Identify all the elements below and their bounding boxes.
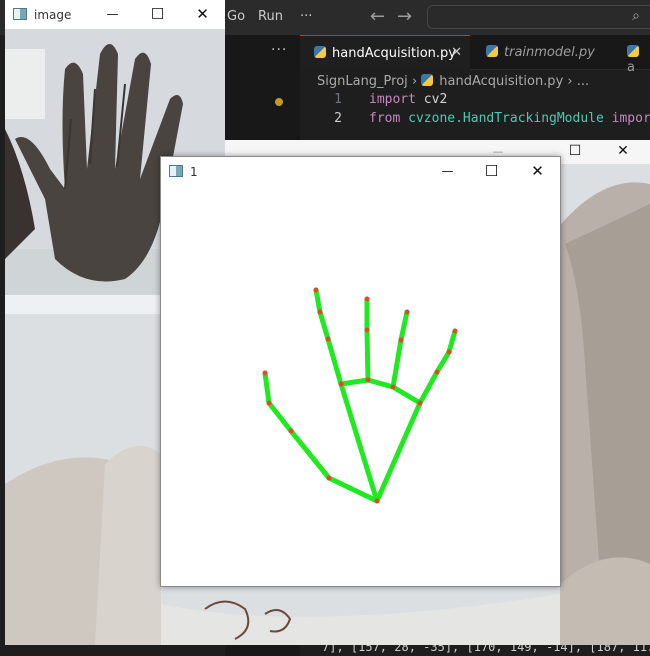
search-icon: ⌕ <box>632 8 640 24</box>
maximize-icon[interactable]: ☐ <box>469 157 514 186</box>
skeleton-connection <box>390 384 423 406</box>
python-icon <box>627 45 639 57</box>
code-line: 1 import cv2 <box>300 92 650 111</box>
landmark-point <box>262 370 268 376</box>
tab-label: handAcquisition.py <box>332 46 456 61</box>
landmark-point <box>364 327 370 333</box>
landmark-point <box>452 328 458 334</box>
tab-handacquisition[interactable]: handAcquisition.py ✕ <box>300 35 470 70</box>
maximize-icon[interactable]: ☐ <box>560 140 590 166</box>
opencv-window-icon <box>13 8 27 20</box>
landmark-window-titlebar[interactable]: 1 — ☐ ✕ <box>161 157 560 186</box>
close-icon[interactable]: ✕ <box>451 45 462 60</box>
breadcrumb-symbol[interactable]: ... <box>577 74 589 89</box>
command-center[interactable]: ⌕ <box>427 5 650 29</box>
python-icon <box>421 74 434 86</box>
breadcrumb-file[interactable]: handAcquisition.py <box>439 74 563 89</box>
python-icon <box>486 45 498 57</box>
arrow-left-icon[interactable]: ← <box>370 6 385 27</box>
landmark-point <box>266 400 272 406</box>
views-more-icon[interactable]: ··· <box>271 42 287 58</box>
landmark-point <box>365 377 371 383</box>
skeleton-connection <box>446 328 458 355</box>
skeleton-connection <box>398 309 410 343</box>
opencv-window-icon <box>169 165 183 177</box>
skeleton-connection <box>313 287 323 315</box>
skeleton-connection <box>317 309 331 342</box>
skeleton-connection <box>390 337 404 390</box>
landmark-point <box>446 349 452 355</box>
close-icon[interactable]: ✕ <box>180 0 225 29</box>
breadcrumb-separator: › <box>411 74 418 89</box>
landmark-point <box>434 369 440 375</box>
skeleton-connection <box>338 377 371 387</box>
menu-more[interactable]: ··· <box>300 9 312 24</box>
landmark-point <box>374 498 380 504</box>
menu-go[interactable]: Go <box>227 9 245 24</box>
landmark-point <box>390 384 396 390</box>
hand-skeleton <box>262 287 458 504</box>
code-text: import cv2 <box>369 92 448 107</box>
tab-a[interactable]: a <box>615 35 650 75</box>
landmark-point <box>338 381 344 387</box>
skeleton-connection <box>288 428 332 481</box>
skeleton-connection <box>417 369 440 406</box>
close-icon[interactable]: ✕ <box>608 140 638 166</box>
landmark-point <box>364 296 370 302</box>
python-icon <box>314 46 326 58</box>
landmark-point <box>325 336 331 342</box>
landmark-point <box>288 428 294 434</box>
skeleton-connection <box>374 400 423 504</box>
skeleton-connection <box>434 349 452 375</box>
breadcrumb-separator: › <box>567 74 573 89</box>
close-icon[interactable]: ✕ <box>515 157 560 186</box>
code-text: from cvzone.HandTrackingModule import <box>369 111 650 126</box>
arrow-right-icon[interactable]: → <box>397 6 412 27</box>
minimize-icon[interactable]: — <box>90 0 135 29</box>
menu-run[interactable]: Run <box>258 9 283 24</box>
landmark-window: 1 — ☐ ✕ <box>160 156 561 587</box>
skeleton-connection <box>266 400 294 434</box>
skeleton-connection <box>364 327 371 383</box>
landmark-point <box>404 309 410 315</box>
landmark-point <box>326 475 332 481</box>
skeleton-connection <box>262 370 272 406</box>
desktop: Go Run ··· ← → ⌕ ··· handAcquisition.py … <box>0 0 650 656</box>
landmark-canvas <box>161 186 560 586</box>
maximize-icon[interactable]: ☐ <box>135 0 180 29</box>
line-number: 1 <box>334 92 342 107</box>
breadcrumb-folder[interactable]: SignLang_Proj <box>317 74 408 89</box>
breadcrumb: SignLang_Proj › handAcquisition.py › ... <box>300 70 650 92</box>
landmark-point <box>398 337 404 343</box>
code-line: 2 from cvzone.HandTrackingModule import <box>300 111 650 130</box>
minimize-icon[interactable]: — <box>425 157 470 186</box>
skeleton-connection <box>325 336 344 387</box>
landmark-point <box>317 309 323 315</box>
code-editor[interactable]: 1 import cv2 2 from cvzone.HandTrackingM… <box>300 92 650 130</box>
window-title: image <box>34 8 72 22</box>
landmark-point <box>313 287 319 293</box>
editor-tabs: handAcquisition.py ✕ trainmodel.py a <box>300 35 650 75</box>
image-window-titlebar[interactable]: image — ☐ ✕ <box>5 0 225 29</box>
skeleton-connection <box>338 381 380 504</box>
window-title: 1 <box>190 165 198 179</box>
tab-trainmodel[interactable]: trainmodel.py <box>470 35 610 70</box>
landmark-point <box>417 400 423 406</box>
line-number: 2 <box>334 111 342 126</box>
unsaved-dot-icon <box>275 98 283 106</box>
skeleton-connection <box>365 377 396 390</box>
tab-label: trainmodel.py <box>504 45 595 60</box>
